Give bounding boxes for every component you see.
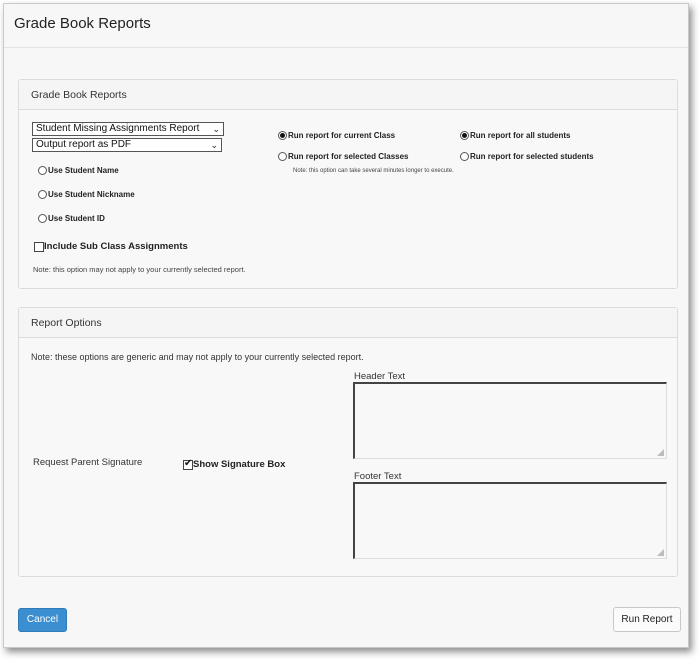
resize-grip-icon[interactable] (657, 449, 664, 456)
radio-selected-students[interactable]: Run report for selected students (460, 152, 594, 161)
dialog-title: Grade Book Reports (14, 15, 151, 32)
report-type-value: Student Missing Assignments Report (36, 123, 200, 134)
include-sub-class-checkbox-row[interactable]: Include Sub Class Assignments (34, 241, 188, 252)
radio-selected-classes[interactable]: Run report for selected Classes (278, 152, 408, 161)
radio-button[interactable] (460, 152, 469, 161)
radio-button[interactable] (278, 152, 287, 161)
footer-text-area[interactable] (353, 482, 667, 559)
radio-button[interactable] (38, 214, 47, 223)
radio-use-student-name[interactable]: Use Student Name (38, 166, 119, 175)
header-text-area[interactable] (353, 382, 667, 459)
report-options-note: Note: these options are generic and may … (31, 352, 364, 362)
panel-heading: Grade Book Reports (19, 80, 677, 110)
output-format-select[interactable]: Output report as PDF ⌄ (32, 138, 222, 152)
radio-use-student-id[interactable]: Use Student ID (38, 214, 105, 223)
output-format-value: Output report as PDF (36, 139, 132, 150)
report-options-panel: Report Options Note: these options are g… (18, 307, 678, 577)
radio-button[interactable] (460, 131, 469, 140)
radio-use-student-nickname[interactable]: Use Student Nickname (38, 190, 135, 199)
footer-text-label: Footer Text (354, 471, 402, 482)
radio-button[interactable] (38, 190, 47, 199)
radio-current-class[interactable]: Run report for current Class (278, 131, 395, 140)
grade-book-reports-dialog: Grade Book Reports Grade Book Reports St… (3, 3, 689, 648)
selected-classes-note: Note: this option can take several minut… (293, 168, 454, 174)
report-option-note: Note: this option may not apply to your … (33, 265, 246, 274)
report-type-select[interactable]: Student Missing Assignments Report ⌄ (32, 122, 224, 136)
cancel-button[interactable]: Cancel (18, 608, 67, 632)
grade-book-reports-panel: Grade Book Reports Student Missing Assig… (18, 79, 678, 289)
panel-heading: Report Options (19, 308, 677, 338)
chevron-down-icon: ⌄ (210, 140, 218, 150)
show-signature-box-row[interactable]: Show Signature Box (183, 458, 285, 470)
parent-signature-label: Request Parent Signature (33, 457, 143, 468)
resize-grip-icon[interactable] (657, 549, 664, 556)
include-sub-class-checkbox[interactable] (34, 241, 44, 252)
header-text-label: Header Text (354, 371, 406, 382)
radio-all-students[interactable]: Run report for all students (460, 131, 570, 140)
chevron-down-icon: ⌄ (212, 124, 220, 134)
run-report-button[interactable]: Run Report (613, 607, 681, 632)
radio-button[interactable] (38, 166, 47, 175)
show-signature-box-checkbox[interactable] (183, 458, 193, 470)
dialog-title-bar: Grade Book Reports (4, 4, 688, 48)
radio-button[interactable] (278, 131, 287, 140)
